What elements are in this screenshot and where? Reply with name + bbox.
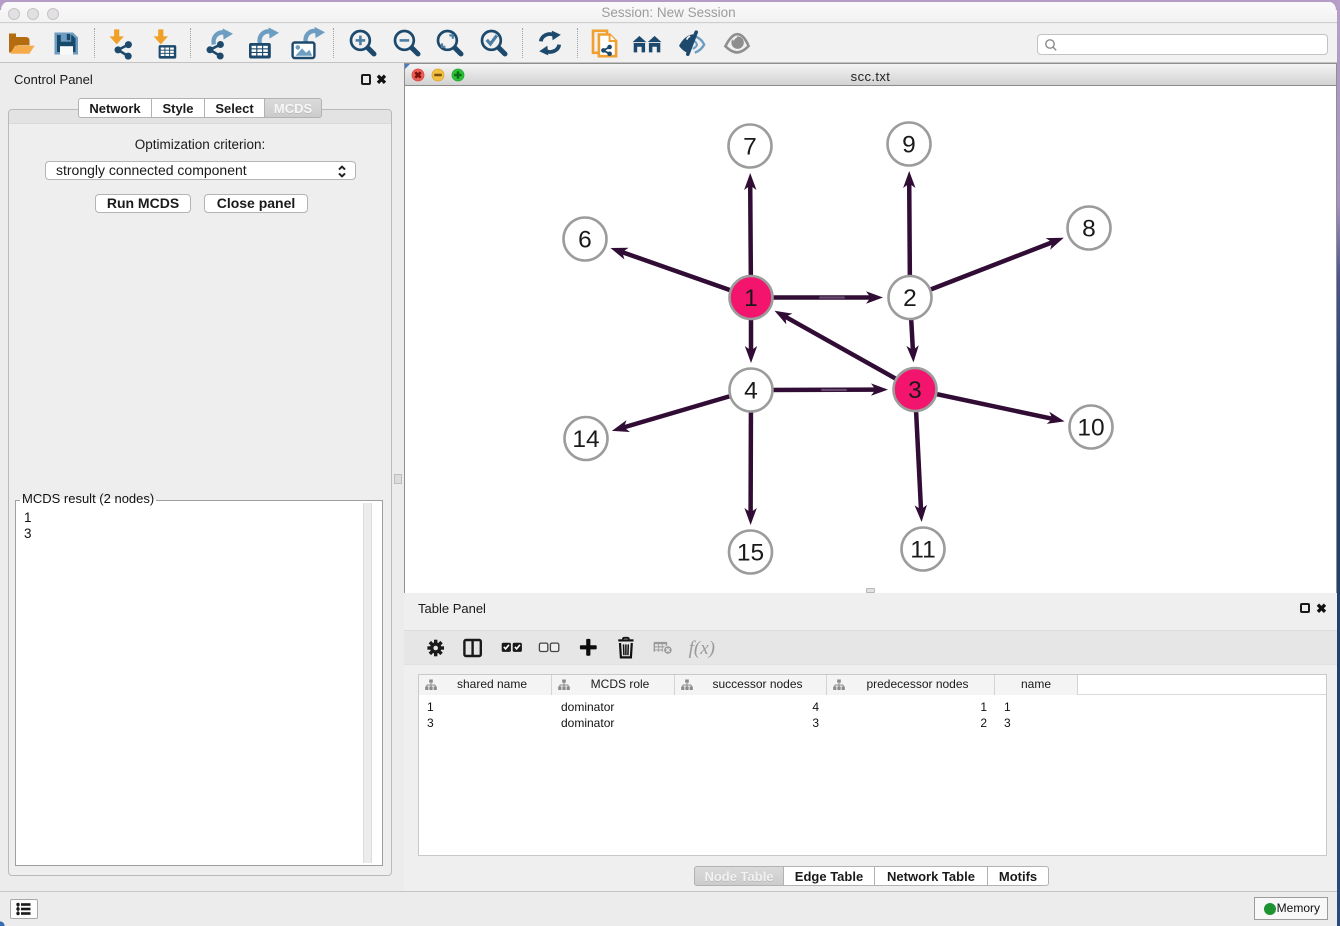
svg-text:9: 9: [902, 132, 916, 159]
svg-text:10: 10: [1077, 415, 1104, 442]
svg-text:7: 7: [743, 134, 757, 161]
svg-text:1: 1: [744, 285, 758, 312]
svg-text:2: 2: [903, 285, 917, 312]
svg-text:6: 6: [578, 227, 592, 254]
svg-text:4: 4: [744, 378, 758, 405]
svg-text:3: 3: [908, 377, 922, 404]
svg-text:11: 11: [910, 537, 935, 564]
svg-text:14: 14: [572, 426, 599, 453]
svg-text:f(x): f(x): [689, 638, 715, 659]
svg-text:15: 15: [737, 540, 764, 567]
svg-text:8: 8: [1082, 216, 1096, 243]
